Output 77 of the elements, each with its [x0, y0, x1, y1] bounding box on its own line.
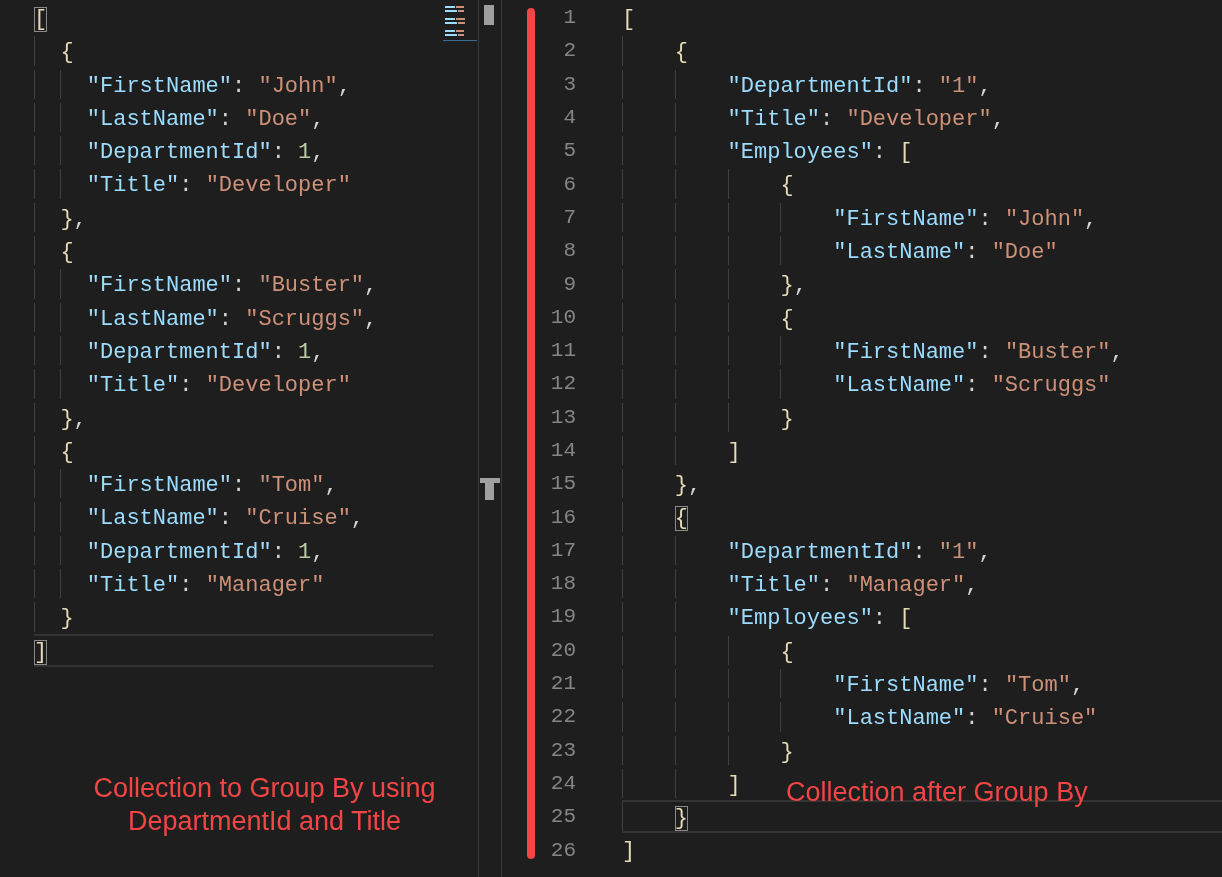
caption: Collection after Group By — [786, 776, 1088, 809]
code-line: "FirstName": "Tom", — [833, 672, 1085, 698]
code-line: }, — [780, 273, 807, 299]
code-line: { — [60, 240, 74, 266]
line-number: 14 — [550, 438, 576, 464]
line-number: 11 — [550, 338, 576, 365]
code-line: "LastName": "Doe", — [86, 106, 325, 132]
code-line: { — [674, 506, 688, 532]
line-number: 2 — [563, 38, 576, 65]
code-line: "FirstName": "Buster", — [86, 273, 378, 299]
line-number: 21 — [550, 671, 576, 698]
code-line: "FirstName": "John", — [86, 73, 351, 99]
code-line: ] — [34, 639, 48, 665]
code-line: } — [60, 606, 74, 632]
code-line: [ — [34, 7, 48, 32]
code-line: { — [780, 173, 794, 199]
code-line: "DepartmentId": 1, — [86, 539, 325, 565]
code-line: "LastName": "Doe" — [833, 240, 1058, 266]
code-line: "DepartmentId": "1", — [727, 539, 992, 565]
code-line: { — [780, 306, 794, 332]
code-line: "Title": "Developer" — [86, 173, 351, 199]
code-line: }, — [674, 473, 702, 499]
minimap-drawing — [443, 4, 477, 42]
line-number: 1 — [563, 5, 576, 32]
line-number: 7 — [563, 204, 576, 231]
code-line: "LastName": "Scruggs" — [833, 373, 1111, 399]
code-line: { — [674, 40, 688, 66]
code-line: { — [60, 40, 74, 66]
line-number: 22 — [550, 704, 576, 731]
code-line: "DepartmentId": "1", — [727, 73, 992, 99]
line-number: 3 — [563, 71, 576, 98]
code-line: "Employees": [ — [727, 140, 913, 166]
code-line: "Employees": [ — [727, 606, 913, 632]
code-line: { — [780, 639, 794, 665]
line-number: 6 — [563, 171, 576, 198]
code-line: } — [674, 806, 688, 832]
code-line: } — [780, 739, 794, 765]
code-line: "Title": "Manager" — [86, 573, 325, 599]
code-line: "FirstName": "John", — [833, 206, 1098, 232]
line-number: 13 — [550, 404, 576, 431]
code-line: }, — [60, 406, 87, 432]
line-number: 12 — [550, 371, 576, 398]
line-number: 15 — [550, 471, 576, 498]
code-line: "FirstName": "Tom", — [86, 473, 338, 499]
line-number: 20 — [550, 637, 576, 664]
line-number: 5 — [563, 138, 576, 165]
code-line: }, — [60, 206, 87, 232]
line-number: 16 — [550, 504, 576, 531]
line-number: 18 — [550, 571, 576, 598]
cursor-marker-icon — [480, 478, 500, 500]
code-line: "DepartmentId": 1, — [86, 339, 325, 365]
caption: Collection to Group By using DepartmentId and Title — [92, 771, 437, 838]
line-number: 10 — [550, 304, 576, 331]
code-line: "FirstName": "Buster", — [833, 339, 1124, 365]
code-line: "LastName": "Scruggs", — [86, 306, 378, 332]
code-line: ] — [622, 839, 636, 865]
line-number: 4 — [563, 105, 576, 132]
line-number: 23 — [550, 737, 576, 764]
line-number: 19 — [550, 604, 576, 631]
scrollbar-thumb[interactable] — [484, 5, 494, 25]
line-number: 26 — [550, 837, 576, 864]
code-line: "LastName": "Cruise" — [833, 706, 1098, 732]
line-number: 25 — [550, 804, 576, 831]
code-line: } — [780, 406, 794, 432]
code-line: { — [60, 439, 74, 465]
code-line: ] — [727, 439, 741, 465]
line-number: 8 — [563, 238, 576, 265]
line-number: 17 — [550, 537, 576, 564]
code-line: ] — [727, 772, 741, 798]
code-line: "Title": "Manager", — [727, 573, 979, 599]
code-line: "Title": "Developer" — [86, 373, 351, 399]
code-line: "Title": "Developer", — [727, 106, 1005, 132]
code-line: [ — [622, 7, 636, 32]
code-line: "DepartmentId": 1, — [86, 140, 325, 166]
line-number: 24 — [550, 770, 576, 797]
line-number: 9 — [563, 271, 576, 298]
code-line: "LastName": "Cruise", — [86, 506, 365, 532]
